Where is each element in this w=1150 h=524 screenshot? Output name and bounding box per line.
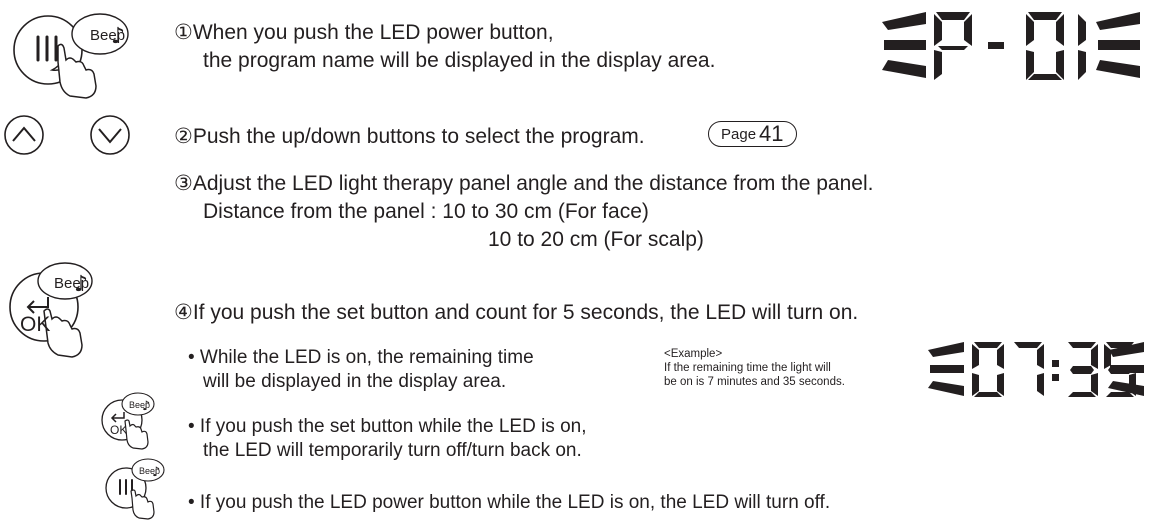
page-reference-badge[interactable]: Page 41 [708, 121, 797, 147]
page-ref-number: 41 [759, 121, 784, 146]
step1-line1: ①When you push the LED power button, [174, 21, 554, 44]
ok-icon-label: OK [20, 313, 51, 336]
step3-line1: ③Adjust the LED light therapy panel angl… [174, 172, 874, 195]
step4-text: ④If you push the set button and count fo… [174, 301, 859, 324]
step3-line3: 10 to 20 cm (For scalp) [488, 228, 704, 251]
step2-text: ②Push the up/down buttons to select the … [174, 125, 645, 148]
step4-bullet2-line1: • If you push the set button while the L… [188, 416, 587, 437]
step3-line2: Distance from the panel : 10 to 30 cm (F… [203, 200, 649, 223]
page-ref-prefix: Page [721, 125, 757, 143]
step4-bullet1-line2: will be displayed in the display area. [203, 371, 507, 392]
example-title: <Example> [664, 348, 723, 360]
svg-text:♪: ♪ [74, 272, 88, 297]
step4-bullet1-line1: • While the LED is on, the remaining tim… [188, 347, 534, 368]
svg-text:OK: OK [110, 423, 127, 437]
svg-text:♪: ♪ [142, 399, 150, 414]
example-line1: If the remaining time the light will [664, 362, 831, 374]
step4-bullet2-line2: the LED will temporarily turn off/turn b… [203, 440, 582, 461]
svg-text:♪: ♪ [111, 24, 125, 49]
step4-bullet3: • If you push the LED power button while… [188, 492, 831, 513]
example-line2: be on is 7 minutes and 35 seconds. [664, 376, 845, 388]
svg-text:♪: ♪ [152, 465, 160, 480]
step1-line2: the program name will be displayed in th… [203, 49, 716, 72]
